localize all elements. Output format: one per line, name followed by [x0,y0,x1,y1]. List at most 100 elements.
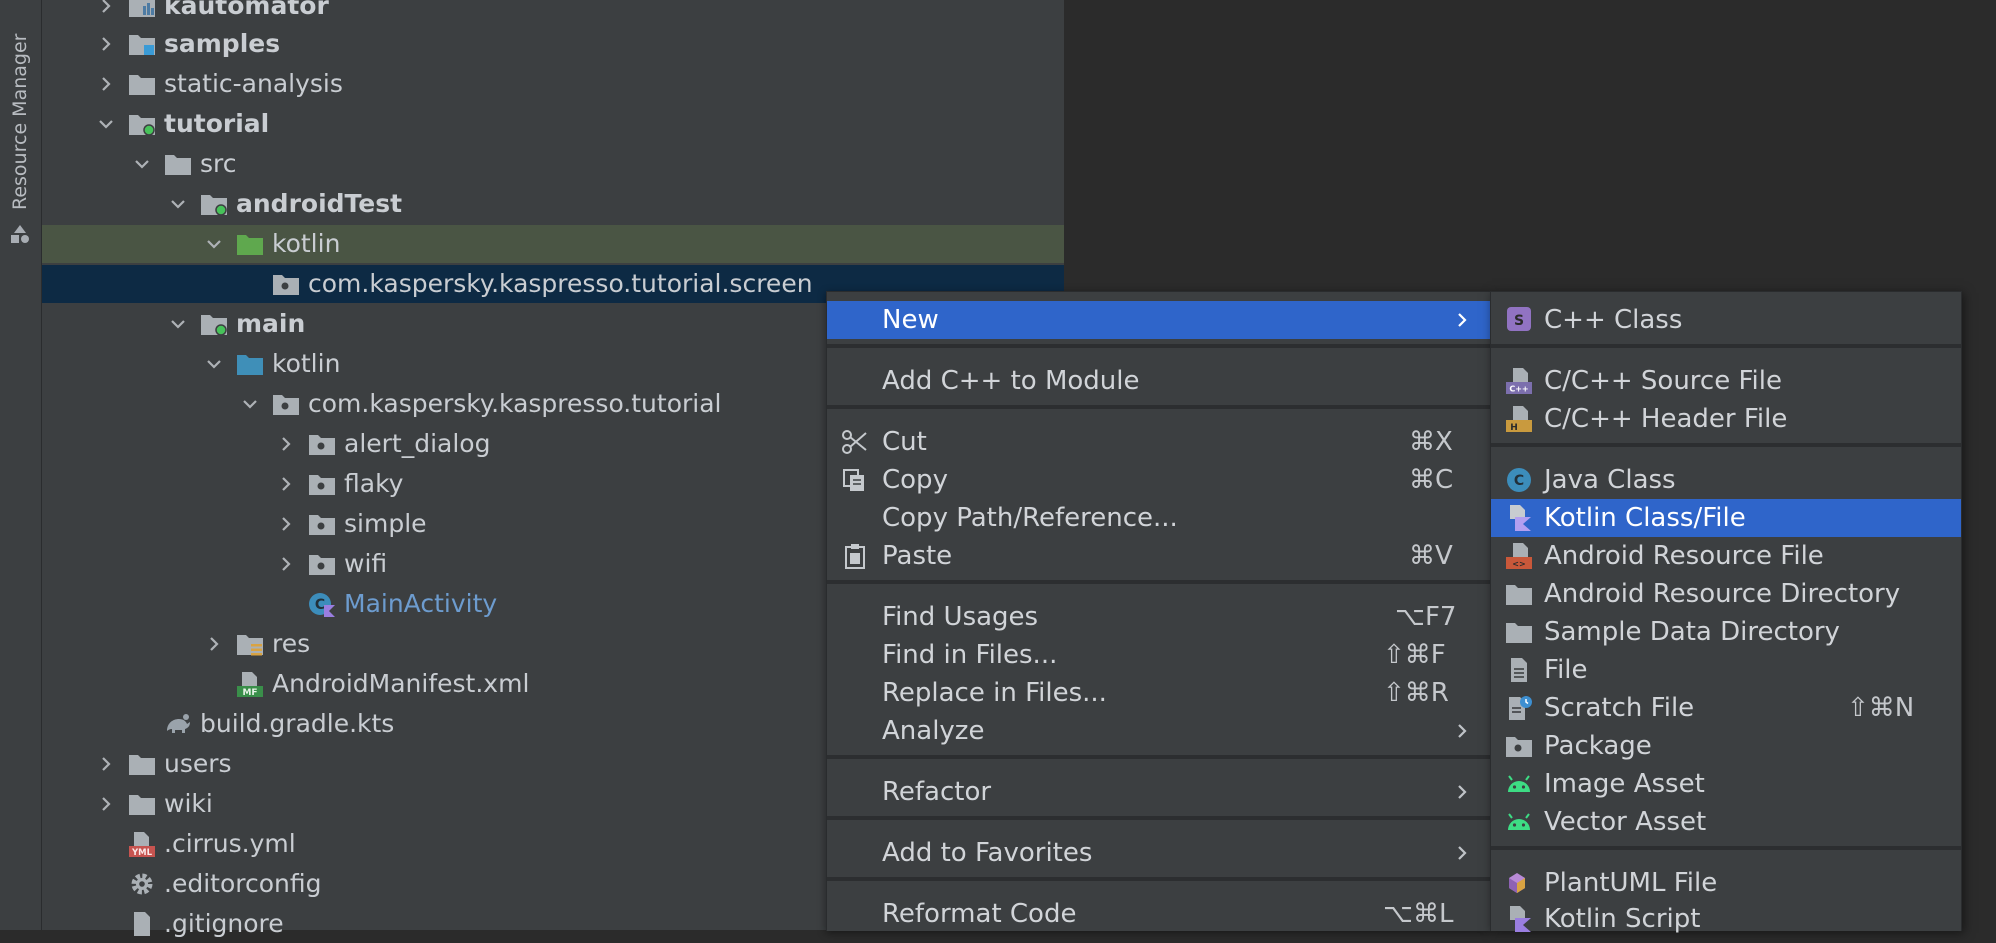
menu-item-label: Find Usages [882,602,1039,632]
package-icon [309,475,335,495]
module-folder-icon [129,35,155,55]
folder-icon [129,75,155,95]
chevron-right-icon[interactable] [276,434,296,454]
tree-row-label: kotlin [272,229,341,258]
tree-row-label: com.kaspersky.kaspresso.tutorial.screen [308,269,813,298]
new-sample-data-directory[interactable]: Sample Data Directory [1491,613,1961,651]
tree-row-label: androidTest [236,189,403,218]
tree-row-label: wifi [344,549,388,578]
yaml-file-icon: YML [129,832,155,857]
tree-row[interactable]: src [42,145,1064,183]
menu-separator [827,580,1491,584]
tree-row[interactable]: tutorial [42,105,1064,143]
svg-text:S: S [1514,313,1524,329]
chevron-down-icon[interactable] [204,354,224,374]
folder-icon [1506,585,1532,605]
folder-icon [1506,623,1532,643]
kotlin-script-icon [1510,906,1531,932]
cpp-source-icon: C++ [1506,368,1532,394]
chevron-down-icon[interactable] [240,394,260,414]
menu-item-label: Add to Favorites [882,838,1093,868]
module-folder-icon [201,195,227,216]
menu-separator [1491,443,1961,447]
chevron-right-icon[interactable] [96,34,116,54]
copy-icon [843,469,864,491]
menu-item-paste[interactable]: Paste ⌘V [827,537,1491,575]
menu-separator [827,344,1491,348]
tree-row-label: com.kaspersky.kaspresso.tutorial [308,389,722,418]
resource-manager-icon[interactable] [9,223,31,245]
new-submenu[interactable]: S C++ Class C++ C/C++ Source File H C/C+… [1490,291,1962,934]
tree-row-label: samples [164,29,281,58]
plantuml-icon [1509,873,1525,893]
new-kotlin-class-file[interactable]: Kotlin Class/File [1491,499,1961,537]
menu-item-find-usages[interactable]: Find Usages ⌥F7 [827,598,1491,636]
package-icon [309,555,335,575]
menu-item-label: Android Resource File [1544,541,1824,571]
menu-item-reformat-code[interactable]: Reformat Code ⌥⌘L [827,895,1491,933]
new-cpp-header-file[interactable]: H C/C++ Header File [1491,400,1961,438]
menu-item-replace-in-files[interactable]: Replace in Files... ⇧⌘R [827,674,1491,712]
new-cpp-source-file[interactable]: C++ C/C++ Source File [1491,362,1961,400]
new-cpp-class[interactable]: S C++ Class [1491,301,1961,339]
resource-manager-tab[interactable]: Resource Manager [9,34,31,210]
menu-item-shortcut: ⌘C [1409,465,1454,495]
new-file[interactable]: File [1491,651,1961,689]
menu-item-find-in-files[interactable]: Find in Files... ⇧⌘F [827,636,1491,674]
new-image-asset[interactable]: Image Asset [1491,765,1961,803]
menu-item-copy-path[interactable]: Copy Path/Reference... [827,499,1491,537]
tree-row-label: wiki [164,789,213,818]
svg-text:YML: YML [131,848,153,857]
chevron-down-icon[interactable] [204,234,224,254]
chevron-down-icon[interactable] [96,114,116,134]
tree-row[interactable]: kautomator [42,0,1064,25]
chevron-right-icon[interactable] [96,0,116,16]
menu-item-refactor[interactable]: Refactor [827,773,1491,811]
tree-row-focused[interactable]: kotlin [42,225,1064,263]
package-icon [309,435,335,455]
tree-row[interactable]: samples [42,25,1064,63]
context-menu[interactable]: New Add C++ to Module Cut ⌘X Copy ⌘C Cop… [826,291,1491,931]
chevron-right-icon[interactable] [96,74,116,94]
menu-item-shortcut: ⌘V [1409,541,1453,571]
file-icon [1511,658,1527,682]
new-package[interactable]: Package [1491,727,1961,765]
new-scratch-file[interactable]: Scratch File ⇧⌘N [1491,689,1961,727]
chevron-right-icon[interactable] [276,514,296,534]
new-vector-asset[interactable]: Vector Asset [1491,803,1961,841]
menu-item-label: Cut [882,427,927,457]
chevron-down-icon[interactable] [168,194,188,214]
kotlin-class-icon: C [309,593,335,617]
menu-item-analyze[interactable]: Analyze [827,712,1491,750]
menu-item-label: C++ Class [1544,305,1683,335]
menu-item-add-to-favorites[interactable]: Add to Favorites [827,834,1491,872]
menu-item-label: Add C++ to Module [882,366,1140,396]
new-kotlin-script[interactable]: Kotlin Script [1491,900,1961,938]
new-plantuml-file[interactable]: PlantUML File [1491,864,1961,902]
chevron-right-icon[interactable] [96,794,116,814]
chevron-right-icon[interactable] [96,754,116,774]
android-resource-file-icon: <> [1506,543,1532,569]
chevron-down-icon[interactable] [132,154,152,174]
chevron-down-icon[interactable] [168,314,188,334]
menu-item-label: Image Asset [1544,769,1705,799]
new-android-resource-directory[interactable]: Android Resource Directory [1491,575,1961,613]
menu-item-add-cpp-to-module[interactable]: Add C++ to Module [827,362,1491,400]
menu-item-cut[interactable]: Cut ⌘X [827,423,1491,461]
tree-row[interactable]: androidTest [42,185,1064,223]
new-android-resource-file[interactable]: <> Android Resource File [1491,537,1961,575]
menu-item-shortcut: ⇧⌘N [1847,693,1915,723]
tree-row[interactable]: static-analysis [42,65,1064,103]
menu-item-label: Analyze [882,716,985,746]
menu-item-label: Find in Files... [882,640,1058,670]
new-java-class[interactable]: C Java Class [1491,461,1961,499]
tree-row-label: .editorconfig [164,869,322,898]
chevron-right-icon[interactable] [276,554,296,574]
menu-item-new[interactable]: New [827,301,1491,339]
module-folder-icon [129,115,155,136]
package-icon [273,395,299,415]
chevron-right-icon[interactable] [276,474,296,494]
svg-text:<>: <> [1512,560,1525,569]
menu-item-copy[interactable]: Copy ⌘C [827,461,1491,499]
chevron-right-icon[interactable] [204,634,224,654]
